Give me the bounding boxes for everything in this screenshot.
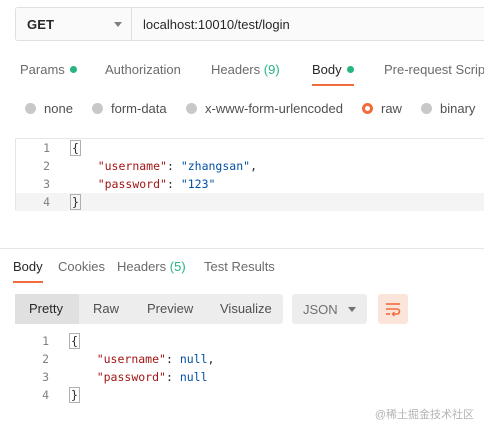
line-number: 3 xyxy=(42,370,49,384)
radio-x-www-form-urlencoded[interactable]: x-www-form-urlencoded xyxy=(186,98,343,118)
radio-form-data[interactable]: form-data xyxy=(92,98,167,118)
active-dot-icon xyxy=(346,66,354,73)
json-value: null xyxy=(179,352,208,366)
close-brace: } xyxy=(69,387,80,403)
view-raw[interactable]: Raw xyxy=(79,294,131,324)
json-value: "zhangsan" xyxy=(180,159,251,173)
view-preview[interactable]: Preview xyxy=(131,294,205,324)
code-text: "password": "123" xyxy=(97,177,216,191)
watermark: @稀土掘金技术社区 xyxy=(374,409,474,421)
json-value: "123" xyxy=(180,177,216,191)
code-text: } xyxy=(70,193,81,211)
chevron-down-icon xyxy=(114,21,122,27)
line-number: 1 xyxy=(43,141,50,155)
pane-divider[interactable] xyxy=(0,248,484,249)
open-brace: { xyxy=(70,140,81,156)
tab-headers-count: (9) xyxy=(263,62,280,77)
tab-response-headers-label: Headers xyxy=(117,259,167,274)
radio-selected-icon xyxy=(362,102,373,114)
format-label: JSON xyxy=(303,301,338,317)
tab-authorization[interactable]: Authorization xyxy=(105,60,181,86)
view-pretty[interactable]: Pretty xyxy=(15,294,79,324)
request-bar: GET localhost:10010/test/login xyxy=(15,7,484,41)
method-label: GET xyxy=(27,16,55,32)
json-value: null xyxy=(179,370,208,384)
line-number: 2 xyxy=(43,159,50,173)
code-line: 2 "username": "zhangsan", xyxy=(16,157,484,175)
tab-authorization-label: Authorization xyxy=(105,62,181,77)
tab-pre-request-script-label: Pre-request Script xyxy=(384,62,484,77)
tab-test-results[interactable]: Test Results xyxy=(204,259,275,283)
code-text: { xyxy=(69,332,80,350)
tab-response-headers[interactable]: Headers (5) xyxy=(117,259,186,283)
response-body-viewer[interactable]: 1 { 2 "username": null, 3 "password": nu… xyxy=(15,332,484,404)
active-dot-icon xyxy=(69,66,77,73)
radio-raw[interactable]: raw xyxy=(362,98,402,118)
line-number: 3 xyxy=(43,177,50,191)
body-type-options: none form-data x-www-form-urlencoded raw… xyxy=(0,98,484,118)
tab-response-body-label: Body xyxy=(13,259,43,274)
code-line: 3 "password": null xyxy=(15,368,484,386)
tab-body[interactable]: Body xyxy=(312,60,354,86)
radio-circle-icon xyxy=(186,102,197,114)
radio-none[interactable]: none xyxy=(25,98,73,118)
chevron-down-icon xyxy=(348,306,356,312)
code-text: } xyxy=(69,386,80,404)
radio-binary-label: binary xyxy=(440,100,476,116)
radio-binary[interactable]: binary xyxy=(421,98,475,118)
code-text: "password": null xyxy=(96,370,208,384)
tab-params[interactable]: Params xyxy=(20,60,77,86)
code-line: 2 "username": null, xyxy=(15,350,484,368)
wrap-lines-icon xyxy=(386,303,401,317)
tab-headers[interactable]: Headers (9) xyxy=(211,60,280,86)
close-brace: } xyxy=(70,194,81,210)
json-key: "password" xyxy=(97,177,167,191)
radio-circle-icon xyxy=(92,102,103,114)
code-line: 4 } xyxy=(15,386,484,404)
tab-body-label: Body xyxy=(312,62,342,77)
wrap-lines-button[interactable] xyxy=(378,294,408,324)
code-line: 3 "password": "123" xyxy=(16,175,484,193)
radio-circle-icon xyxy=(25,102,36,114)
tab-response-headers-count: (5) xyxy=(169,259,186,274)
json-key: "username" xyxy=(97,159,167,173)
tab-pre-request-script[interactable]: Pre-request Script xyxy=(384,60,484,86)
tab-cookies-label: Cookies xyxy=(58,259,105,274)
request-body-editor[interactable]: 1 { 2 "username": "zhangsan", 3 "passwor… xyxy=(15,138,484,211)
radio-none-label: none xyxy=(44,100,73,116)
line-number: 4 xyxy=(42,388,49,402)
method-select[interactable]: GET xyxy=(16,8,132,40)
line-number: 1 xyxy=(42,334,49,348)
response-tabs: Body Cookies Headers (5) Test Results xyxy=(0,259,484,283)
radio-urlencoded-label: x-www-form-urlencoded xyxy=(205,100,343,116)
code-line: 1 { xyxy=(16,139,484,157)
open-brace: { xyxy=(69,333,80,349)
tab-headers-label: Headers xyxy=(211,62,261,77)
view-visualize[interactable]: Visualize xyxy=(205,294,283,324)
radio-circle-icon xyxy=(421,102,432,114)
code-text: "username": "zhangsan", xyxy=(97,159,257,173)
view-mode-group: Pretty Raw Preview Visualize xyxy=(15,294,283,324)
tab-params-label: Params xyxy=(20,62,65,77)
tab-cookies[interactable]: Cookies xyxy=(58,259,105,283)
url-input[interactable]: localhost:10010/test/login xyxy=(132,8,484,40)
radio-raw-label: raw xyxy=(381,100,402,116)
code-text: { xyxy=(70,139,81,157)
request-tabs: Params Authorization Headers (9) Body Pr… xyxy=(0,60,484,86)
tab-response-body[interactable]: Body xyxy=(13,259,43,283)
code-text: "username": null, xyxy=(96,352,215,366)
line-number: 2 xyxy=(42,352,49,366)
tab-test-results-label: Test Results xyxy=(204,259,275,274)
code-line: 1 { xyxy=(15,332,484,350)
json-key: "username" xyxy=(96,352,166,366)
format-select[interactable]: JSON xyxy=(292,294,367,324)
json-key: "password" xyxy=(96,370,166,384)
line-number: 4 xyxy=(43,195,50,209)
code-line: 4 } xyxy=(16,193,484,211)
radio-form-data-label: form-data xyxy=(111,100,167,116)
